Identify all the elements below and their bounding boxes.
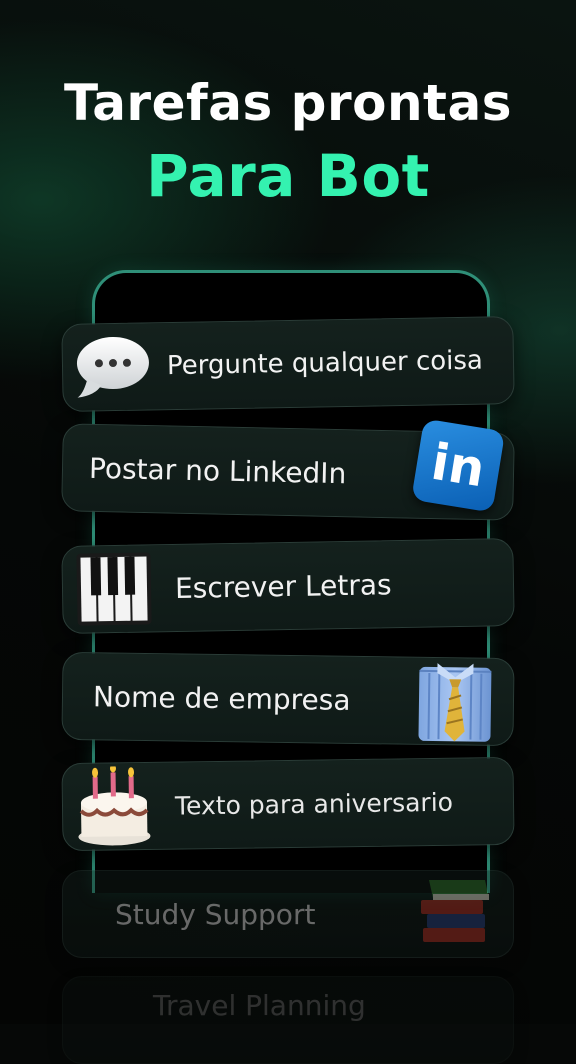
task-label: Travel Planning [153, 989, 366, 1022]
task-card-travel-planning[interactable]: Travel Planning [62, 976, 514, 1064]
headline-accent: Para Bot [146, 142, 430, 210]
task-card-birthday-text[interactable]: Texto para aniversario [61, 756, 515, 852]
task-label: Texto para aniversario [174, 787, 454, 821]
task-card-linkedin[interactable]: Postar no LinkedIn in [61, 418, 515, 521]
task-label: Escrever Letras [174, 567, 392, 605]
books-icon [419, 876, 491, 952]
piano-keys-icon [74, 550, 153, 627]
task-label: Study Support [115, 897, 316, 931]
headline-title: Tarefas prontas [64, 74, 512, 132]
speech-bubble-icon [72, 334, 151, 399]
birthday-cake-icon [74, 764, 153, 847]
task-label: Pergunte qualquer coisa [166, 345, 484, 382]
task-card-lyrics[interactable]: Escrever Letras [61, 538, 515, 634]
linkedin-icon: in [411, 418, 506, 513]
task-card-study-support[interactable]: Study Support [62, 870, 514, 958]
task-card-ask-anything[interactable]: Pergunte qualquer coisa [61, 316, 515, 412]
task-label: Nome de empresa [92, 679, 351, 717]
task-label: Postar no LinkedIn [88, 451, 347, 490]
task-card-company-name[interactable]: Nome de empresa [61, 651, 515, 747]
shirt-tie-icon [414, 659, 495, 744]
